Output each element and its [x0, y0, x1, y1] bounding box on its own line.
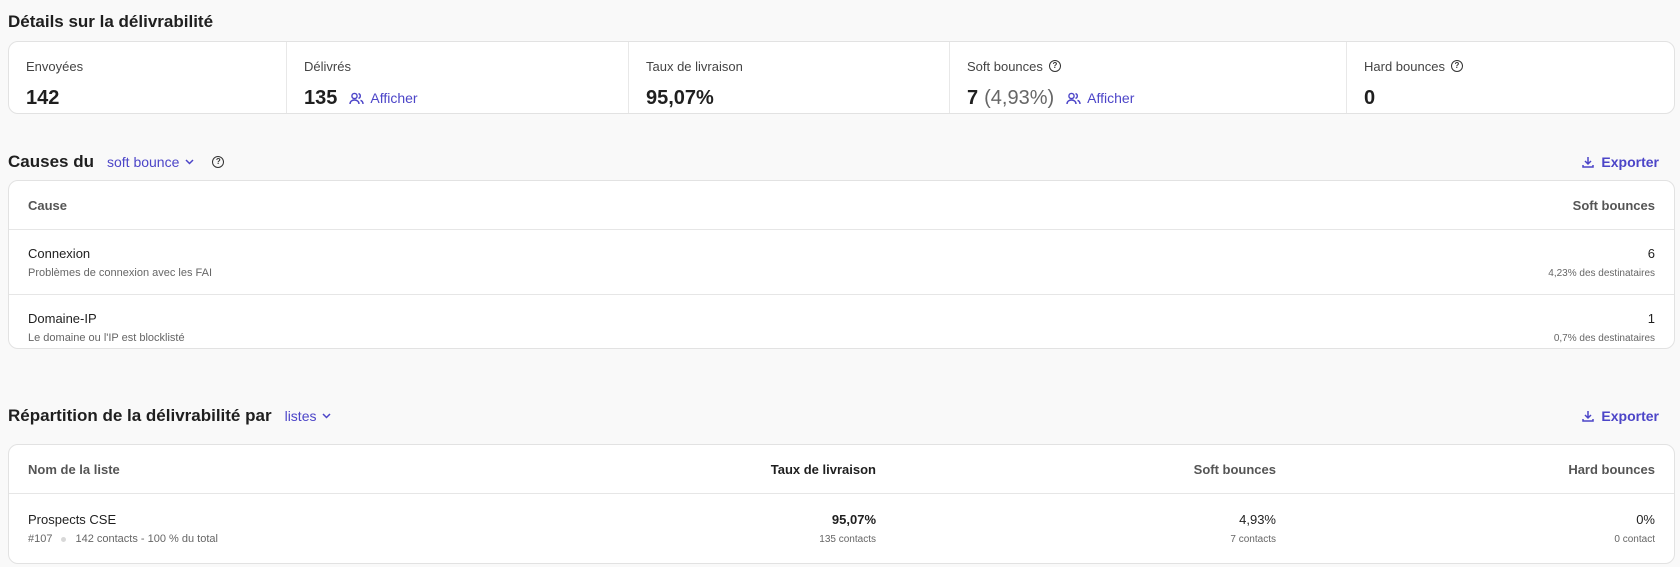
- breakdown-dropdown[interactable]: listes: [285, 408, 332, 424]
- list-name[interactable]: Prospects CSE: [28, 512, 636, 527]
- cause-description: Le domaine ou l'IP est blocklisté: [28, 332, 185, 344]
- download-icon: [1582, 411, 1595, 422]
- chevron-down-icon: [185, 159, 194, 165]
- stat-hard-bounces: Hard bounces ? 0: [1347, 42, 1674, 113]
- stat-percentage: (4,93%): [984, 86, 1055, 109]
- stat-soft-bounces: Soft bounces ? 7 (4,93%) Afficher: [950, 42, 1347, 113]
- show-delivered-label: Afficher: [370, 90, 418, 106]
- stat-label: Envoyées: [26, 58, 84, 74]
- causes-header: Causes du soft bounce ? Exporter: [8, 152, 1675, 172]
- cause-share: 4,23% des destinataires: [1548, 267, 1655, 279]
- causes-title: Causes du: [8, 152, 94, 171]
- soft-bounces-contacts: 7 contacts: [1230, 534, 1276, 545]
- soft-bounces-value: 4,93%: [1239, 512, 1276, 527]
- deliverability-title: Détails sur la délivrabilité: [8, 12, 214, 31]
- stats-card: Envoyées 142 Délivrés 135 Afficher Taux …: [8, 41, 1675, 114]
- table-row: Prospects CSE #107 142 contacts - 100 % d…: [9, 494, 1674, 563]
- column-header-cause: Cause: [28, 197, 68, 213]
- show-soft-bounces-label: Afficher: [1087, 90, 1135, 106]
- stat-delivery-rate: Taux de livraison 95,07%: [629, 42, 950, 113]
- column-header-delivery-rate[interactable]: Taux de livraison: [636, 462, 876, 477]
- bounce-type-dropdown[interactable]: soft bounce: [107, 154, 194, 170]
- list-contacts: 142 contacts - 100 % du total: [75, 533, 218, 545]
- stat-label: Hard bounces: [1364, 58, 1445, 74]
- stat-value: 95,07%: [646, 86, 714, 109]
- hard-bounces-value: 0%: [1636, 512, 1655, 527]
- stat-value: 135: [304, 86, 338, 109]
- breakdown-header: Répartition de la délivrabilité par list…: [8, 406, 1675, 426]
- hard-bounces-contacts: 0 contact: [1614, 534, 1655, 545]
- breakdown-title: Répartition de la délivrabilité par: [8, 406, 272, 425]
- show-delivered-button[interactable]: Afficher: [349, 90, 418, 106]
- download-icon: [1582, 157, 1595, 168]
- stat-label: Délivrés: [304, 58, 351, 74]
- users-icon: [1066, 92, 1081, 104]
- cause-count: 6: [1647, 245, 1655, 261]
- table-row: Domaine-IP Le domaine ou l'IP est blockl…: [9, 295, 1674, 360]
- table-header: Nom de la liste Taux de livraison Soft b…: [9, 445, 1674, 494]
- stat-value: 7: [967, 86, 979, 109]
- cause-name: Connexion: [28, 245, 91, 261]
- stat-label: Taux de livraison: [646, 58, 743, 74]
- export-breakdown-button[interactable]: Exporter: [1582, 408, 1659, 424]
- stat-label: Soft bounces: [967, 58, 1043, 74]
- help-icon[interactable]: ?: [1450, 60, 1463, 72]
- help-icon[interactable]: ?: [1048, 60, 1061, 72]
- stat-value: 142: [26, 86, 60, 109]
- list-id: #107: [28, 533, 53, 545]
- export-causes-button[interactable]: Exporter: [1582, 154, 1659, 170]
- cause-name: Domaine-IP: [28, 311, 97, 326]
- breakdown-table: Nom de la liste Taux de livraison Soft b…: [8, 444, 1675, 564]
- list-meta: #107 142 contacts - 100 % du total: [28, 533, 636, 545]
- help-icon[interactable]: ?: [212, 156, 225, 168]
- delivery-rate-contacts: 135 contacts: [819, 534, 876, 545]
- table-header: Cause Soft bounces: [9, 181, 1674, 230]
- column-header-soft-bounces: Soft bounces: [1572, 197, 1655, 213]
- stat-delivered: Délivrés 135 Afficher: [287, 42, 629, 113]
- cause-share: 0,7% des destinataires: [1553, 333, 1655, 344]
- stat-value: 0: [1364, 86, 1376, 109]
- column-header-soft-bounces[interactable]: Soft bounces: [876, 462, 1276, 477]
- column-header-list-name: Nom de la liste: [28, 461, 120, 477]
- causes-table: Cause Soft bounces Connexion Problèmes d…: [8, 180, 1675, 349]
- users-icon: [349, 92, 365, 104]
- chevron-down-icon: [322, 413, 332, 419]
- delivery-rate-value: 95,07%: [831, 512, 876, 527]
- separator-dot: [61, 536, 67, 542]
- column-header-hard-bounces[interactable]: Hard bounces: [1276, 462, 1655, 477]
- cause-count: 1: [1647, 311, 1655, 326]
- show-soft-bounces-button[interactable]: Afficher: [1066, 90, 1134, 106]
- stat-sent: Envoyées 142: [9, 42, 287, 113]
- cause-description: Problèmes de connexion avec les FAI: [28, 266, 213, 279]
- table-row: Connexion Problèmes de connexion avec le…: [9, 230, 1674, 295]
